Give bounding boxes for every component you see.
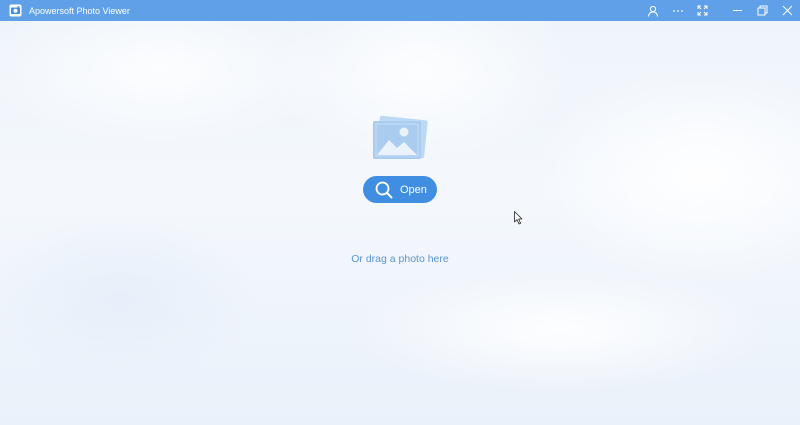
photo-stack-icon: [373, 115, 428, 159]
open-button[interactable]: Open: [363, 176, 437, 203]
app-window: Apowersoft Photo Viewer Open Or drag a p…: [0, 0, 800, 425]
search-icon: [375, 181, 393, 199]
drag-hint-text: Or drag a photo here: [351, 253, 449, 265]
mouse-cursor-icon: [514, 211, 523, 225]
drop-zone[interactable]: Open Or drag a photo here: [0, 0, 800, 425]
open-button-label: Open: [400, 183, 427, 196]
